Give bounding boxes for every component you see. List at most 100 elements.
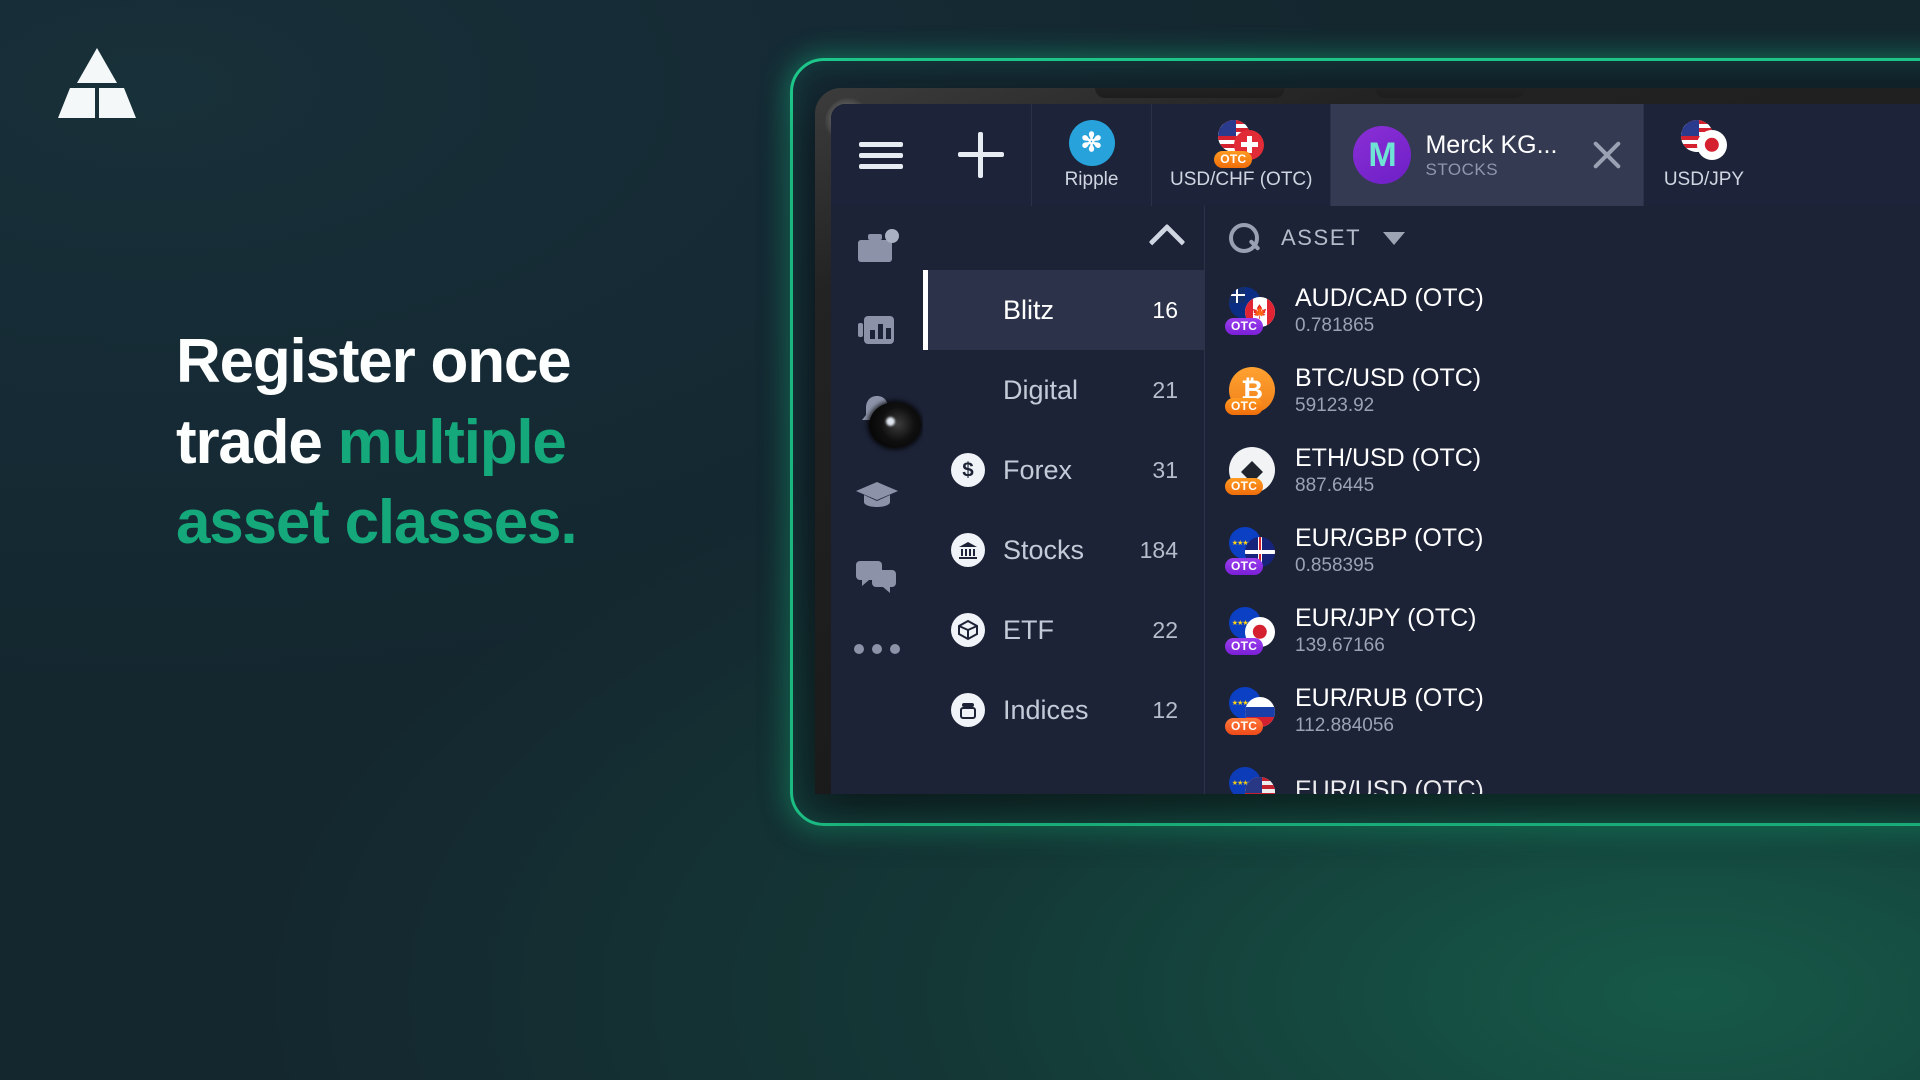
category-label: Stocks (1003, 534, 1085, 565)
phone-screen: ✼ Ripple OTC USD/CHF (OTC) M Merck KG...… (831, 104, 1920, 794)
hero-line-3: asset classes. (176, 483, 578, 564)
asset-name: AUD/CAD (OTC) (1295, 283, 1484, 312)
asset-name: EUR/RUB (OTC) (1295, 683, 1484, 712)
category-forex[interactable]: $ Forex 31 (923, 430, 1204, 510)
category-label: Indices (1003, 694, 1089, 725)
ethereum-icon: ◆ OTC (1225, 447, 1275, 495)
category-label: Blitz (1003, 294, 1055, 325)
asset-row-aud-cad[interactable]: 🍁 OTC AUD/CAD (OTC) 0.781865 (1205, 270, 1920, 350)
phone-notch-left (1095, 88, 1285, 98)
asset-row-eur-jpy[interactable]: OTC EUR/JPY (OTC) 139.67166 (1205, 590, 1920, 670)
tab-label: Ripple (1064, 168, 1119, 190)
asset-row-eth-usd[interactable]: ◆ OTC ETH/USD (OTC) 887.6445 (1205, 430, 1920, 510)
asset-row-btc-usd[interactable]: ₿ OTC BTC/USD (OTC) 59123.92 (1205, 350, 1920, 430)
eur-jpy-flag-icon: OTC (1225, 607, 1275, 655)
aud-cad-flag-icon: 🍁 OTC (1225, 287, 1275, 335)
chat-icon[interactable] (854, 556, 900, 596)
asset-row-eur-gbp[interactable]: OTC EUR/GBP (OTC) 0.858395 (1205, 510, 1920, 590)
hero-line-2: trade multiple (176, 403, 576, 484)
category-label: Digital (1003, 374, 1079, 405)
logo-bottom-right (99, 88, 136, 118)
category-count: 22 (1152, 616, 1178, 643)
camera-punch-hole (869, 402, 921, 448)
chevron-up-icon (1148, 223, 1186, 261)
asset-name: EUR/USD (OTC) (1295, 775, 1484, 795)
plus-icon (958, 132, 1004, 178)
tab-label: USD/CHF (OTC) (1170, 168, 1313, 190)
otc-badge: OTC (1225, 478, 1264, 495)
cube-icon (951, 613, 985, 647)
tab-title: Merck KG... (1425, 130, 1558, 159)
tab-usd-chf[interactable]: OTC USD/CHF (OTC) (1151, 104, 1330, 206)
collapse-button[interactable] (923, 206, 1204, 270)
asset-price: 887.6445 (1295, 474, 1375, 496)
bitcoin-icon: ₿ OTC (1225, 367, 1275, 415)
hero-headline: Register once trade multiple asset class… (176, 322, 578, 564)
asset-price: 0.858395 (1295, 554, 1375, 576)
asset-row-eur-rub[interactable]: OTC EUR/RUB (OTC) 112.884056 (1205, 670, 1920, 750)
asset-price: 59123.92 (1295, 394, 1375, 416)
icon-rail (831, 206, 923, 794)
bank-icon (951, 533, 985, 567)
otc-badge: OTC (1214, 150, 1253, 168)
category-label: Forex (1003, 454, 1073, 485)
asset-list-panel: ASSET 🍁 OTC AUD/CAD (OTC) 0.781865 ₿ OTC… (1205, 206, 1920, 794)
otc-badge: OTC (1225, 558, 1264, 575)
eur-rub-flag-icon: OTC (1225, 687, 1275, 735)
category-blitz[interactable]: Blitz 16 (923, 270, 1204, 350)
tab-subtitle: STOCKS (1425, 159, 1499, 179)
chart-icon[interactable] (854, 310, 900, 350)
asset-name: ETH/USD (OTC) (1295, 443, 1482, 472)
hero-period: . (560, 488, 577, 558)
otc-badge: OTC (1225, 398, 1264, 415)
asset-sort-label: ASSET (1281, 225, 1362, 250)
otc-badge: OTC (1225, 638, 1264, 655)
otc-badge: OTC (1225, 318, 1264, 335)
box-icon (951, 693, 985, 727)
asset-search-bar[interactable]: ASSET (1205, 206, 1920, 270)
category-digital[interactable]: Digital 21 (923, 350, 1204, 430)
asset-row-eur-usd[interactable]: OTC EUR/USD (OTC) (1205, 750, 1920, 794)
category-count: 12 (1152, 696, 1178, 723)
hero-line-2-white: trade (176, 407, 338, 477)
phone-device: ✼ Ripple OTC USD/CHF (OTC) M Merck KG...… (815, 88, 1920, 794)
usd-chf-flag-icon: OTC (1214, 119, 1265, 168)
asset-price: 0.781865 (1295, 314, 1375, 336)
category-count: 16 (1152, 296, 1178, 323)
phone-notch-right (1375, 88, 1525, 98)
logo-top-triangle (77, 48, 117, 83)
category-indices[interactable]: Indices 12 (923, 670, 1204, 750)
search-icon[interactable] (1229, 223, 1259, 253)
portfolio-icon[interactable] (854, 228, 900, 268)
hamburger-icon (859, 136, 903, 175)
otc-badge: OTC (1225, 718, 1264, 735)
category-count: 184 (1139, 536, 1178, 563)
tab-label: USD/JPY (1663, 168, 1745, 190)
triangle-down-icon[interactable] (1383, 231, 1406, 245)
add-tab-button[interactable] (931, 104, 1031, 206)
logo-bottom-left (58, 88, 95, 118)
category-count: 31 (1152, 456, 1178, 483)
asset-price: 139.67166 (1295, 634, 1385, 656)
category-stocks[interactable]: Stocks 184 (923, 510, 1204, 590)
merck-logo-icon: M (1353, 126, 1412, 184)
tab-ripple[interactable]: ✼ Ripple (1031, 104, 1151, 206)
svg-text:$: $ (962, 459, 974, 482)
education-icon[interactable] (854, 474, 900, 514)
app-body: Blitz 16 Digital 21 $ Forex 31 Stocks 18… (831, 206, 1920, 794)
tab-merck[interactable]: M Merck KG... STOCKS (1330, 104, 1644, 206)
tab-usd-jpy[interactable]: USD/JPY (1643, 104, 1763, 206)
menu-button[interactable] (831, 104, 931, 206)
more-icon[interactable] (854, 644, 900, 654)
hero-line-3-green: asset classes (176, 488, 562, 558)
dollar-icon: $ (951, 453, 985, 487)
hero-line-1: Register once (176, 327, 572, 396)
hero-line-2-green: multiple (337, 407, 567, 477)
asset-name: EUR/JPY (OTC) (1295, 603, 1477, 632)
close-icon[interactable] (1585, 133, 1629, 177)
eur-usd-flag-icon: OTC (1229, 767, 1275, 794)
usd-jpy-flag-icon (1680, 119, 1727, 166)
category-etf[interactable]: ETF 22 (923, 590, 1204, 670)
triangle-logo (58, 48, 136, 118)
eur-gbp-flag-icon: OTC (1225, 527, 1275, 575)
